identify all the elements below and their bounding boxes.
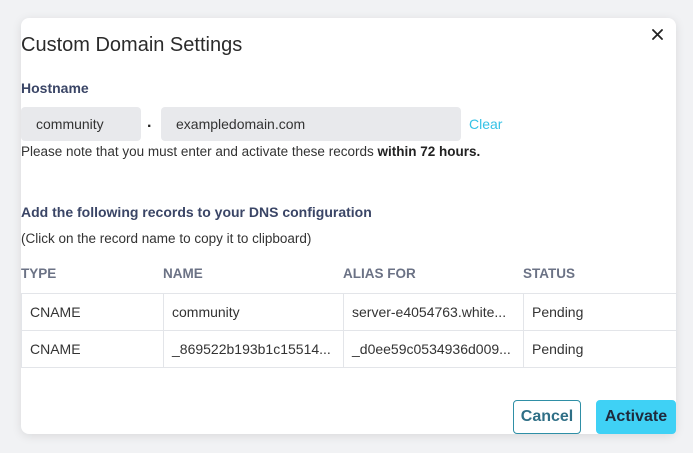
dialog-title: Custom Domain Settings <box>21 34 243 56</box>
column-status: STATUS <box>523 266 575 281</box>
copy-hint: (Click on the record name to copy it to … <box>21 231 312 246</box>
record-alias-cell[interactable]: server-e4054763.white... <box>343 293 524 331</box>
column-type: TYPE <box>21 266 57 281</box>
record-name-cell[interactable]: community <box>163 293 344 331</box>
record-type-cell[interactable]: CNAME <box>21 293 164 331</box>
records-table-header: TYPE NAME ALIAS FOR STATUS <box>21 266 676 284</box>
cancel-button[interactable]: Cancel <box>513 400 581 434</box>
close-button[interactable] <box>648 25 666 43</box>
record-name-cell[interactable]: _869522b193b1c15514... <box>163 330 344 368</box>
record-status-cell[interactable]: Pending <box>523 330 677 368</box>
records-table: CNAME community server-e4054763.white...… <box>21 293 677 368</box>
clear-link[interactable]: Clear <box>469 116 502 132</box>
custom-domain-dialog: Custom Domain Settings Hostname . Clear … <box>21 18 677 434</box>
hostname-label: Hostname <box>21 80 89 96</box>
activation-note-text: Please note that you must enter and acti… <box>21 144 378 159</box>
activation-note: Please note that you must enter and acti… <box>21 144 480 159</box>
record-alias-cell[interactable]: _d0ee59c0534936d009... <box>343 330 524 368</box>
record-type-cell[interactable]: CNAME <box>21 330 164 368</box>
table-row: CNAME _869522b193b1c15514... _d0ee59c053… <box>21 330 677 368</box>
domain-input[interactable] <box>161 107 461 141</box>
column-name: NAME <box>163 266 203 281</box>
dns-heading: Add the following records to your DNS co… <box>21 204 372 220</box>
activation-note-deadline: within 72 hours. <box>377 144 481 159</box>
subdomain-input[interactable] <box>21 107 141 141</box>
record-status-cell[interactable]: Pending <box>523 293 677 331</box>
hostname-separator: . <box>147 114 152 131</box>
column-alias-for: ALIAS FOR <box>343 266 416 281</box>
activate-button[interactable]: Activate <box>596 400 676 434</box>
close-icon <box>651 28 663 40</box>
table-row: CNAME community server-e4054763.white...… <box>21 293 677 331</box>
